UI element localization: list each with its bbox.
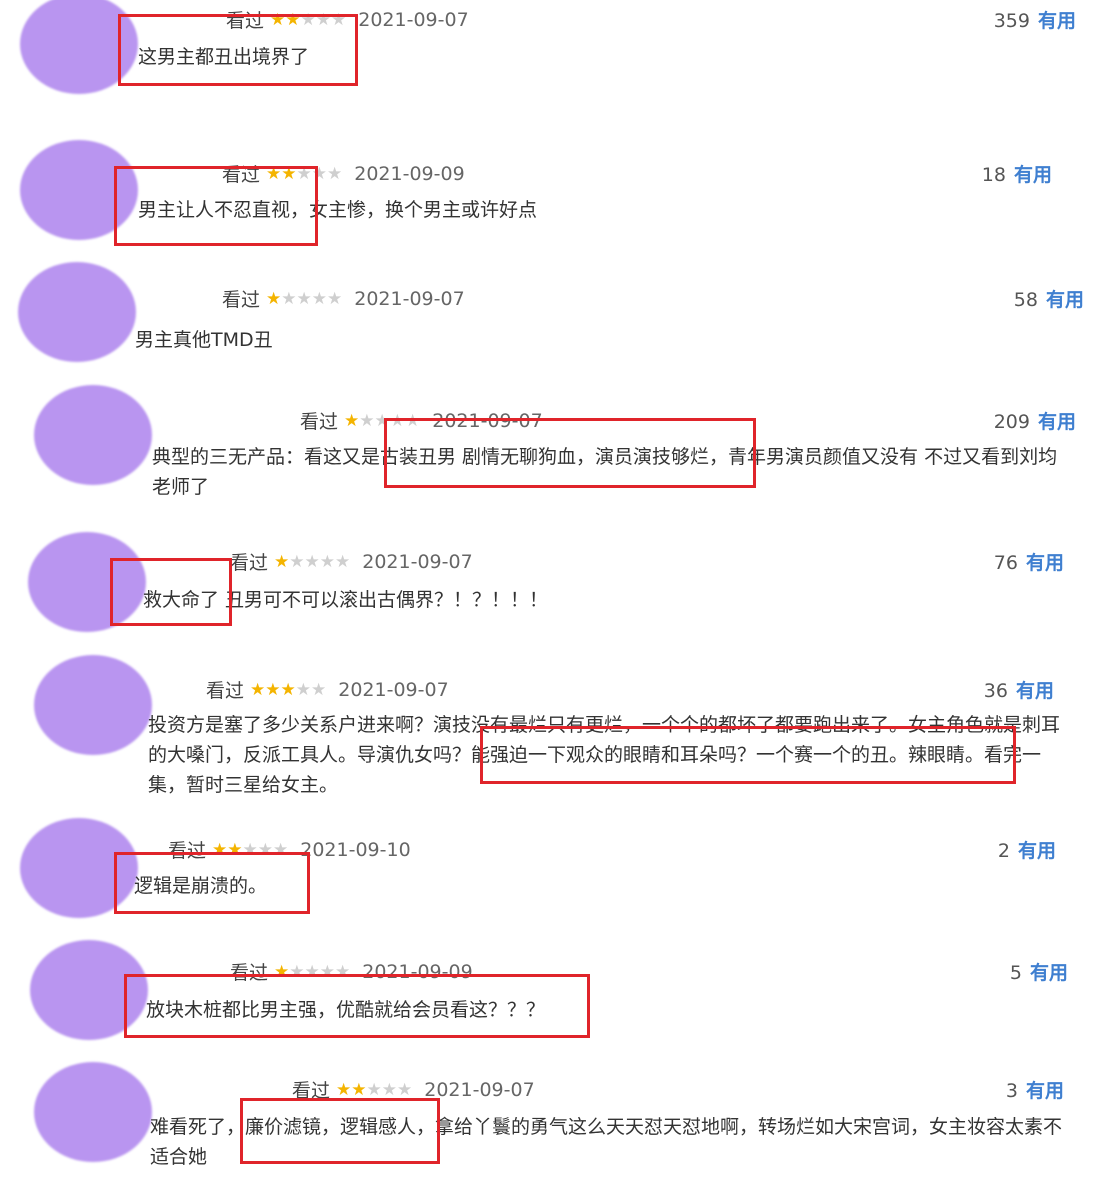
useful-button[interactable]: 有用	[1026, 552, 1064, 574]
star-icon: ★	[266, 288, 282, 309]
useful-count: 36	[983, 680, 1008, 702]
star-icon: ★★★	[250, 679, 296, 700]
useful-vote[interactable]: 359 有用	[994, 6, 1076, 33]
highlight-box	[114, 166, 318, 246]
useful-button[interactable]: 有用	[1014, 164, 1052, 186]
useful-vote[interactable]: 2 有用	[998, 836, 1056, 863]
review-date: 2021-09-07	[338, 678, 449, 701]
useful-vote[interactable]: 3 有用	[1006, 1076, 1064, 1103]
useful-vote[interactable]: 18 有用	[982, 160, 1052, 187]
useful-vote[interactable]: 36 有用	[984, 676, 1054, 703]
star-icon: ★★	[295, 679, 327, 700]
review-date: 2021-09-07	[358, 8, 469, 31]
star-rating: ★★★★★	[266, 289, 342, 309]
star-icon: ★	[344, 410, 360, 431]
watched-label: 看过	[300, 411, 339, 433]
useful-vote[interactable]: 209 有用	[994, 407, 1076, 434]
review-date: 2021-09-10	[300, 838, 411, 861]
useful-button[interactable]: 有用	[1038, 411, 1076, 433]
star-icon: ★★★★	[281, 288, 343, 309]
highlight-box	[124, 974, 590, 1038]
highlight-box	[240, 1098, 440, 1164]
highlight-box	[384, 418, 756, 488]
review-date: 2021-09-07	[354, 287, 465, 310]
review-text: 男主真他TMD丑	[135, 329, 273, 351]
useful-button[interactable]: 有用	[1016, 680, 1054, 702]
watched-label: 看过	[230, 552, 269, 574]
star-rating: ★★★★★	[250, 680, 326, 700]
useful-count: 18	[981, 164, 1006, 186]
star-icon: ★★	[336, 1079, 367, 1100]
useful-button[interactable]: 有用	[1018, 840, 1056, 862]
user-avatar-icon[interactable]	[34, 1062, 152, 1162]
useful-vote[interactable]: 58 有用	[1014, 285, 1084, 312]
highlight-box	[114, 852, 310, 914]
star-icon: ★★★	[366, 1079, 413, 1100]
review-text: 救大命了 丑男可不可以滚出古偶界？！？！！！	[143, 589, 549, 611]
useful-vote[interactable]: 76 有用	[994, 548, 1064, 575]
useful-count: 359	[993, 10, 1030, 32]
user-avatar-icon[interactable]	[18, 262, 136, 362]
highlight-box	[118, 14, 358, 86]
review-date: 2021-09-09	[354, 162, 465, 185]
user-avatar-icon[interactable]	[34, 655, 152, 755]
star-rating: ★★★★★	[274, 552, 350, 572]
star-icon: ★	[274, 551, 290, 572]
useful-count: 5	[1009, 962, 1022, 984]
highlight-box	[480, 726, 1016, 784]
watched-label: 看过	[222, 289, 261, 311]
review-date: 2021-09-07	[424, 1078, 535, 1101]
useful-count: 209	[993, 411, 1030, 433]
useful-vote[interactable]: 5 有用	[1010, 958, 1068, 985]
useful-count: 58	[1013, 289, 1038, 311]
useful-button[interactable]: 有用	[1038, 10, 1076, 32]
star-icon: ★★★★	[289, 551, 351, 572]
useful-count: 3	[1005, 1080, 1018, 1102]
useful-button[interactable]: 有用	[1026, 1080, 1064, 1102]
useful-button[interactable]: 有用	[1046, 289, 1084, 311]
user-avatar-icon[interactable]	[34, 385, 152, 485]
highlight-box	[110, 558, 232, 626]
useful-button[interactable]: 有用	[1030, 962, 1068, 984]
useful-count: 2	[997, 840, 1010, 862]
useful-count: 76	[993, 552, 1018, 574]
review-date: 2021-09-07	[362, 550, 473, 573]
watched-label: 看过	[206, 680, 245, 702]
star-rating: ★★★★★	[336, 1080, 412, 1100]
